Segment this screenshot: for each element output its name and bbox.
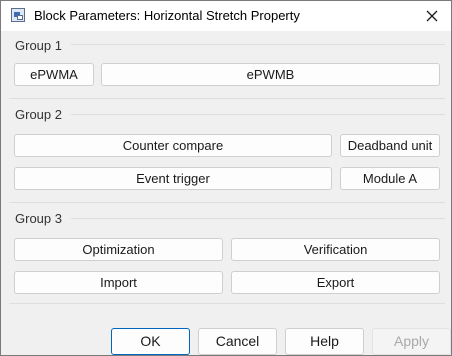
group-3-divider — [71, 218, 445, 219]
group-3-title: Group 3 — [15, 211, 62, 226]
window-title: Block Parameters: Horizontal Stretch Pro… — [34, 8, 300, 23]
block-parameters-icon — [11, 8, 25, 22]
group-3-bottom-divider — [9, 303, 445, 304]
epwmb-button[interactable]: ePWMB — [101, 63, 440, 86]
group-2-bottom-divider — [9, 202, 445, 203]
optimization-button[interactable]: Optimization — [14, 238, 223, 261]
help-button[interactable]: Help — [285, 328, 364, 355]
cancel-button[interactable]: Cancel — [198, 328, 277, 355]
deadband-unit-button[interactable]: Deadband unit — [340, 134, 440, 157]
counter-compare-button[interactable]: Counter compare — [14, 134, 332, 157]
import-button[interactable]: Import — [14, 271, 223, 294]
dialog-window: Block Parameters: Horizontal Stretch Pro… — [0, 0, 452, 356]
epwma-button[interactable]: ePWMA — [14, 63, 94, 86]
group-2-title: Group 2 — [15, 107, 62, 122]
verification-button[interactable]: Verification — [231, 238, 440, 261]
ok-button[interactable]: OK — [111, 328, 190, 355]
title-bar: Block Parameters: Horizontal Stretch Pro… — [1, 1, 451, 31]
export-button[interactable]: Export — [231, 271, 440, 294]
group-1-bottom-divider — [9, 98, 445, 99]
apply-button[interactable]: Apply — [372, 328, 451, 355]
close-button[interactable] — [417, 4, 447, 28]
group-2-divider — [71, 114, 445, 115]
group-1-title: Group 1 — [15, 38, 62, 53]
close-icon — [426, 10, 438, 22]
event-trigger-button[interactable]: Event trigger — [14, 167, 332, 190]
module-a-button[interactable]: Module A — [340, 167, 440, 190]
group-1-divider — [71, 44, 445, 45]
